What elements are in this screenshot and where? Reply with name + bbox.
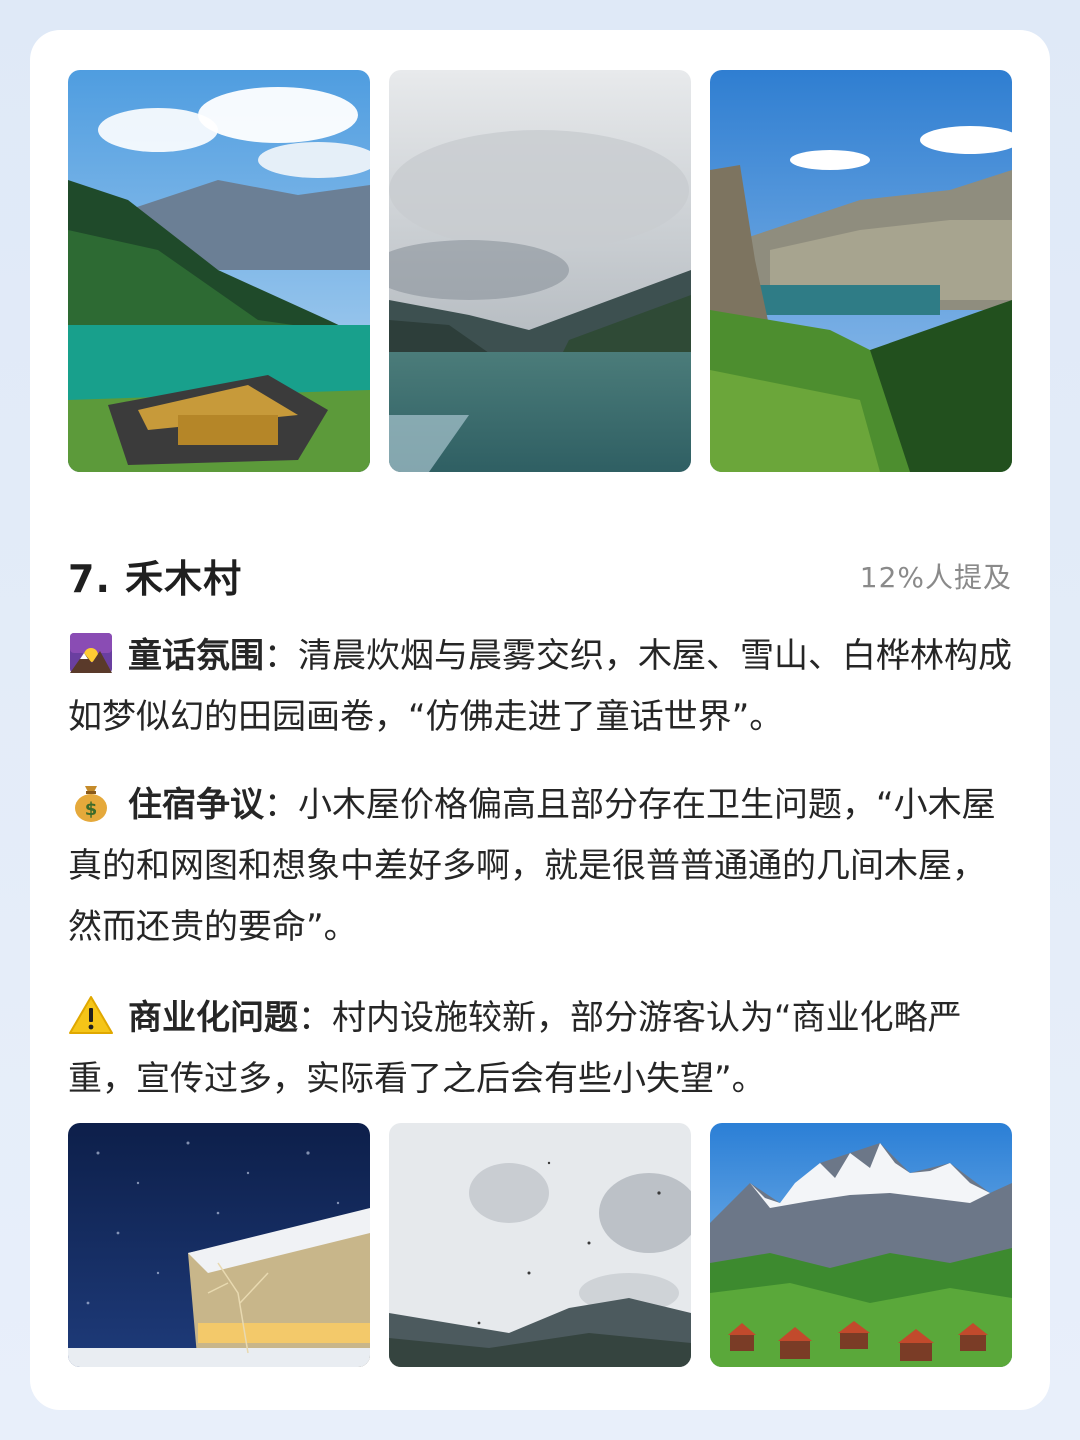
label-atmosphere: 童话氛围 bbox=[128, 636, 264, 676]
overcast-hills-photo[interactable] bbox=[389, 1123, 691, 1367]
paragraph-atmosphere: 童话氛围：清晨炊烟与晨雾交织，木屋、雪山、白桦林构成如梦似幻的田园画卷，“仿佛走… bbox=[68, 626, 1012, 748]
svg-text:$: $ bbox=[85, 799, 98, 820]
sunrise-over-mountains-icon bbox=[68, 633, 114, 673]
money-bag-icon: $ bbox=[68, 782, 114, 822]
paragraph-lodging: $ 住宿争议：小木屋价格偏高且部分存在卫生问题，“小木屋真的和网图和想象中差好多啊… bbox=[68, 775, 1012, 958]
cloudy-lake-photo[interactable] bbox=[389, 70, 691, 472]
lake-temple-photo[interactable] bbox=[68, 70, 370, 472]
section-title: 7. 禾木村 bbox=[68, 557, 243, 601]
photo-row-top bbox=[68, 70, 1012, 472]
content-card: 7. 禾木村 12%人提及 童话氛围：清晨炊烟与晨雾交织，木屋、雪山、白桦林构成… bbox=[30, 30, 1050, 1410]
warning-icon bbox=[68, 995, 114, 1035]
mention-rate: 12%人提及 bbox=[859, 561, 1012, 594]
snowcapped-village-photo[interactable] bbox=[710, 1123, 1012, 1367]
colon: ： bbox=[264, 636, 298, 676]
photo-row-bottom bbox=[68, 1123, 1012, 1367]
colon: ： bbox=[298, 998, 332, 1038]
colon: ： bbox=[264, 785, 298, 825]
snowy-night-cabin-photo[interactable] bbox=[68, 1123, 370, 1367]
label-commercialization: 商业化问题 bbox=[128, 998, 298, 1038]
mountain-lake-overlook-photo[interactable] bbox=[710, 70, 1012, 472]
paragraph-commercialization: 商业化问题：村内设施较新，部分游客认为“商业化略严重，宣传过多，实际看了之后会有… bbox=[68, 988, 1012, 1110]
label-lodging: 住宿争议 bbox=[128, 785, 264, 825]
section-header: 7. 禾木村 12%人提及 bbox=[68, 544, 1012, 601]
